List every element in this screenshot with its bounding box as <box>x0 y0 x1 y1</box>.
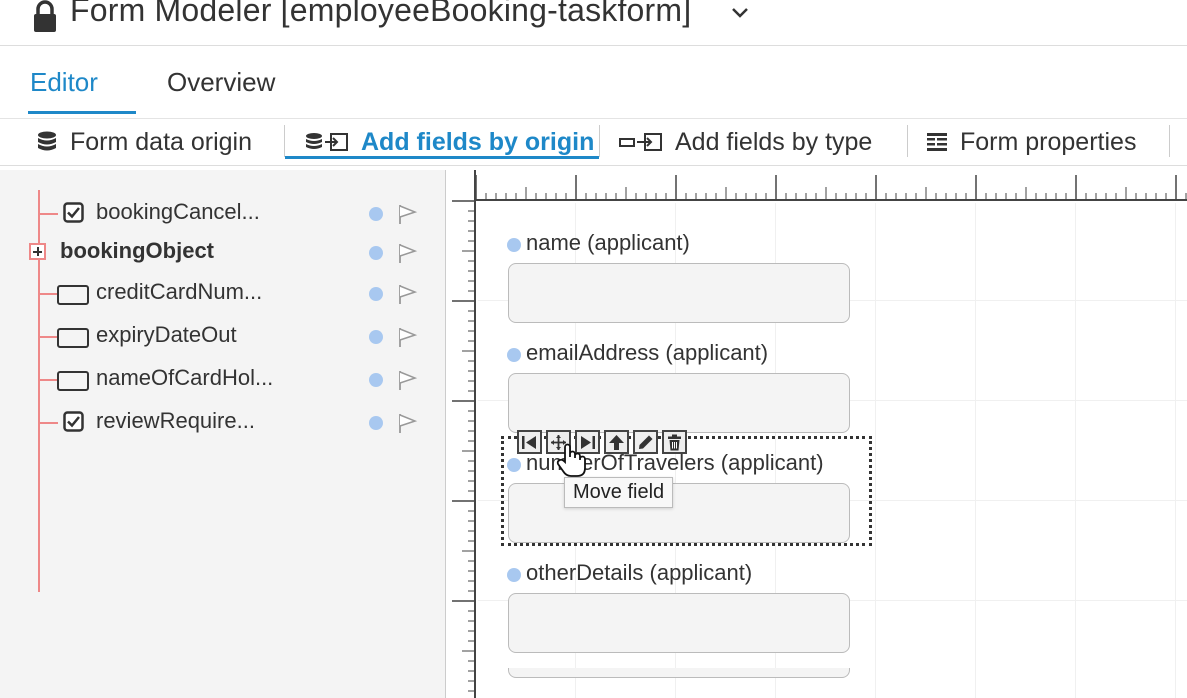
field-status-dot <box>507 568 521 582</box>
flag-icon[interactable] <box>396 242 418 264</box>
add-fields-by-origin-button[interactable]: Add fields by origin <box>305 125 594 159</box>
title-bar: Form Modeler [employeeBooking-taskform] <box>0 0 1187 46</box>
tree-item-label: bookingObject <box>60 238 214 263</box>
hand-cursor-icon <box>556 443 586 477</box>
tab-editor[interactable]: Editor <box>30 67 98 98</box>
field-label-other: otherDetails (applicant) <box>526 560 753 585</box>
tree-item[interactable]: bookingCancel... <box>0 193 446 233</box>
database-icon <box>38 131 56 151</box>
name-input[interactable] <box>508 263 850 323</box>
add-fields-by-type-button[interactable]: Add fields by type <box>619 125 872 159</box>
form-properties-icon <box>927 133 947 151</box>
move-start-icon[interactable] <box>517 430 542 454</box>
checkbox-field-icon <box>63 202 84 223</box>
form-data-origin-button[interactable]: Form data origin <box>36 125 252 159</box>
status-dot-icon <box>369 416 383 430</box>
toolbar-divider <box>284 125 285 157</box>
field-tree-panel: bookingCancel... bookingObject creditCar… <box>0 170 446 698</box>
other-details-input[interactable] <box>508 593 850 653</box>
email-address-input[interactable] <box>508 373 850 433</box>
expand-icon[interactable] <box>29 243 46 260</box>
tree-item[interactable]: bookingObject <box>0 232 446 272</box>
field-status-dot <box>507 238 521 252</box>
toolbar-divider <box>599 125 600 157</box>
ruler-left <box>447 170 476 698</box>
tab-bar: Editor Overview <box>0 47 1187 117</box>
ruler-top <box>447 170 1187 201</box>
chevron-down-icon[interactable] <box>730 2 750 22</box>
status-dot-icon <box>369 287 383 301</box>
form-properties-button[interactable]: Form properties <box>926 125 1136 159</box>
status-dot-icon <box>369 330 383 344</box>
lock-icon <box>34 0 56 32</box>
next-field-input-partial[interactable] <box>508 668 850 678</box>
toolbar-divider <box>907 125 908 157</box>
page-title: Form Modeler [employeeBooking-taskform] <box>70 0 692 28</box>
status-dot-icon <box>369 373 383 387</box>
flag-icon[interactable] <box>396 326 418 348</box>
delete-icon[interactable] <box>662 430 687 454</box>
editor-toolbar: Form data origin Add fields by origin Ad… <box>0 118 1187 166</box>
tree-item[interactable]: creditCardNum... <box>0 273 446 313</box>
checkbox-field-icon <box>63 411 84 432</box>
field-label-name: name (applicant) <box>526 230 690 255</box>
tree-item-label: creditCardNum... <box>96 279 263 304</box>
tooltip: Move field <box>564 477 674 508</box>
flag-icon[interactable] <box>396 283 418 305</box>
status-dot-icon <box>369 246 383 260</box>
tree-item[interactable]: expiryDateOut <box>0 316 446 356</box>
textbox-field-icon <box>57 328 89 348</box>
textbox-field-icon <box>57 371 89 391</box>
add-field-type-icon <box>619 133 662 151</box>
toolbar-divider <box>1169 125 1170 157</box>
add-fields-by-type-label: Add fields by type <box>675 127 873 156</box>
tree-item[interactable]: reviewRequire... <box>0 402 446 442</box>
textbox-field-icon <box>57 285 89 305</box>
form-properties-label: Form properties <box>960 127 1137 156</box>
status-dot-icon <box>369 207 383 221</box>
add-from-source-icon <box>306 133 348 151</box>
tree-item-label: nameOfCardHol... <box>96 365 274 390</box>
active-toolbar-indicator <box>285 156 599 159</box>
form-data-origin-label: Form data origin <box>70 127 253 156</box>
tab-overview[interactable]: Overview <box>167 67 275 98</box>
active-tab-indicator <box>28 111 136 114</box>
flag-icon[interactable] <box>396 369 418 391</box>
move-up-icon[interactable] <box>604 430 629 454</box>
field-label-email: emailAddress (applicant) <box>526 340 769 365</box>
flag-icon[interactable] <box>396 203 418 225</box>
tree-item-label: expiryDateOut <box>96 322 237 347</box>
tree-item[interactable]: nameOfCardHol... <box>0 359 446 399</box>
flag-icon[interactable] <box>396 412 418 434</box>
edit-icon[interactable] <box>633 430 658 454</box>
field-action-toolbar <box>517 430 687 454</box>
tree-item-label: reviewRequire... <box>96 408 255 433</box>
field-status-dot <box>507 348 521 362</box>
tree-item-label: bookingCancel... <box>96 199 260 224</box>
add-fields-by-origin-label: Add fields by origin <box>361 127 595 156</box>
